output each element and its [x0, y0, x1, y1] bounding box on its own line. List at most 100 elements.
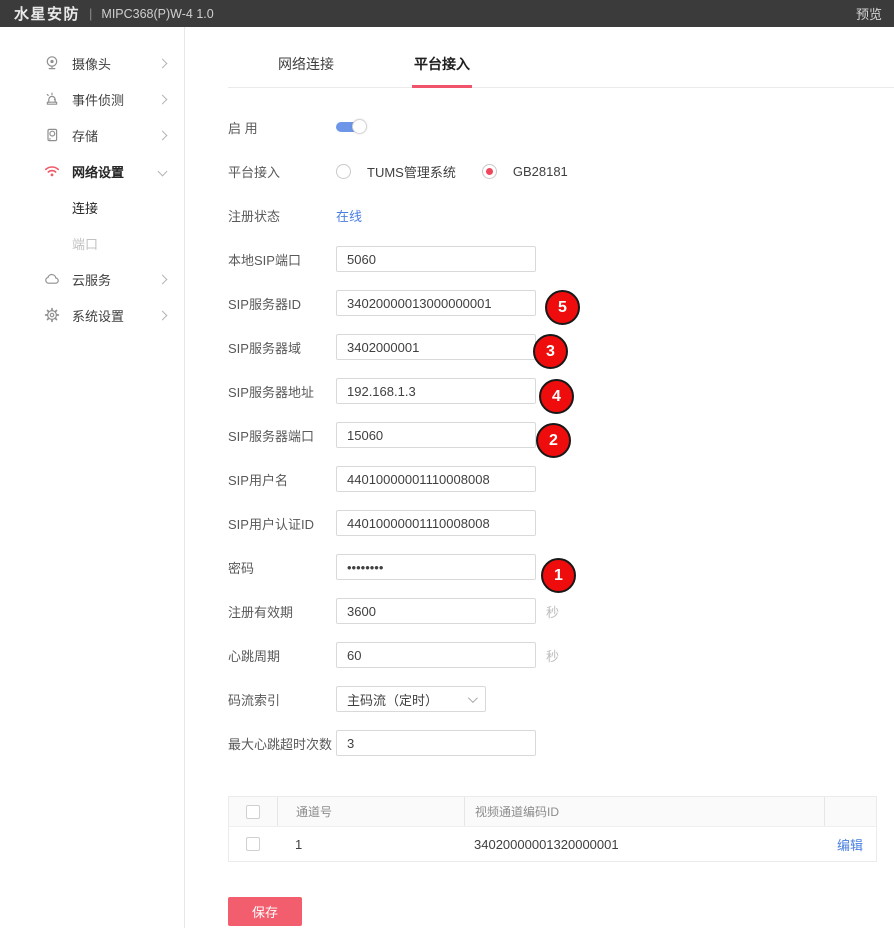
field-label: 码流索引 — [228, 690, 336, 709]
field-label: SIP服务器地址 — [228, 382, 336, 401]
platform-access-form: 启 用 平台接入 TUMS管理系统 GB28181 注册状态 — [186, 88, 894, 756]
preview-link[interactable]: 预览 — [856, 4, 882, 23]
field-label: SIP服务器ID — [228, 294, 336, 313]
field-row: 本地SIP端口 — [228, 246, 894, 272]
annotation-badge-2: 2 — [536, 423, 571, 458]
selected-option: 主码流（定时） — [347, 690, 438, 709]
tab-platform-access[interactable]: 平台接入 — [414, 54, 470, 87]
video-channel-id-cell: 34020000001320000001 — [464, 827, 824, 861]
row-checkbox[interactable] — [246, 837, 260, 851]
sidebar-subitem-connection[interactable]: 连接 — [0, 189, 184, 225]
heartbeat-period-input[interactable] — [336, 642, 536, 668]
max-heartbeat-timeout-input[interactable] — [336, 730, 536, 756]
sidebar-item-cloud-service[interactable]: 云服务 — [0, 261, 184, 297]
field-row: 注册有效期 秒 — [228, 598, 894, 624]
topbar: 水星安防 | MIPC368(P)W-4 1.0 预览 — [0, 0, 894, 27]
sidebar-item-label: 云服务 — [72, 270, 111, 289]
sip-username-input[interactable] — [336, 466, 536, 492]
sidebar-item-event-detection[interactable]: 事件侦测 — [0, 81, 184, 117]
field-label: SIP服务器域 — [228, 338, 336, 357]
registration-status-value: 在线 — [336, 206, 362, 225]
chevron-right-icon — [158, 274, 168, 284]
page: 水星安防 | MIPC368(P)W-4 1.0 预览 摄像头 事件侦测 存储 — [0, 0, 894, 928]
toggle-knob — [352, 119, 367, 134]
cloud-icon — [44, 271, 60, 287]
sidebar-item-label: 网络设置 — [72, 162, 124, 181]
channel-column-header: 通道号 — [277, 797, 464, 826]
registration-validity-input[interactable] — [336, 598, 536, 624]
chevron-right-icon — [158, 310, 168, 320]
radio-icon — [336, 164, 351, 179]
radio-option-gb28181[interactable]: GB28181 — [482, 164, 568, 179]
main-content: 网络连接 平台接入 启 用 平台接入 TUMS管理系统 GB28181 — [186, 27, 894, 928]
field-label: SIP服务器端口 — [228, 426, 336, 445]
edit-link[interactable]: 编辑 — [837, 835, 863, 854]
channel-table: 通道号 视频通道编码ID 1 34020000001320000001 编辑 — [228, 796, 877, 862]
storage-icon — [44, 127, 60, 143]
field-label: 本地SIP端口 — [228, 250, 336, 269]
channel-number-cell: 1 — [277, 827, 464, 861]
annotation-badge-1: 1 — [541, 558, 576, 593]
annotation-badge-5: 5 — [545, 290, 580, 325]
stream-index-select[interactable]: 主码流（定时） — [336, 686, 486, 712]
action-column-header — [824, 797, 876, 826]
registration-status-label: 注册状态 — [228, 206, 336, 225]
platform-type-row: 平台接入 TUMS管理系统 GB28181 — [228, 158, 894, 184]
chevron-right-icon — [158, 94, 168, 104]
sip-server-port-input[interactable] — [336, 422, 536, 448]
sidebar-item-label: 存储 — [72, 126, 98, 145]
wifi-icon — [44, 163, 60, 179]
sip-server-domain-input[interactable] — [336, 334, 536, 360]
sidebar-item-label: 摄像头 — [72, 54, 111, 73]
video-id-column-header: 视频通道编码ID — [464, 797, 824, 826]
sidebar-item-system-settings[interactable]: 系统设置 — [0, 297, 184, 333]
field-row: 心跳周期 秒 — [228, 642, 894, 668]
radio-label: TUMS管理系统 — [367, 162, 456, 181]
sidebar-item-network-settings[interactable]: 网络设置 — [0, 153, 184, 189]
field-label: SIP用户认证ID — [228, 514, 336, 533]
local-sip-port-input[interactable] — [336, 246, 536, 272]
sidebar-item-label: 事件侦测 — [72, 90, 124, 109]
radio-label: GB28181 — [513, 164, 568, 179]
sidebar-item-storage[interactable]: 存储 — [0, 117, 184, 153]
chevron-right-icon — [158, 58, 168, 68]
select-all-checkbox[interactable] — [246, 805, 260, 819]
radio-option-tums[interactable]: TUMS管理系统 — [336, 162, 456, 181]
table-header: 通道号 视频通道编码ID — [229, 797, 876, 826]
tab-bar: 网络连接 平台接入 — [228, 27, 894, 88]
sidebar-subitem-port[interactable]: 端口 — [0, 225, 184, 261]
chevron-right-icon — [158, 130, 168, 140]
device-model: MIPC368(P)W-4 1.0 — [101, 7, 213, 21]
brand-divider: | — [89, 6, 92, 21]
field-label: 心跳周期 — [228, 646, 336, 665]
camera-icon — [44, 55, 60, 71]
brand-logo: 水星安防 — [14, 3, 80, 24]
tab-network-connection[interactable]: 网络连接 — [278, 54, 334, 87]
field-row: SIP用户认证ID — [228, 510, 894, 536]
field-label: 密码 — [228, 558, 336, 577]
chevron-down-icon — [468, 693, 478, 703]
enable-toggle[interactable] — [336, 119, 367, 135]
sidebar-item-label: 系统设置 — [72, 306, 124, 325]
save-button[interactable]: 保存 — [228, 897, 302, 926]
gear-icon — [44, 307, 60, 323]
field-label: SIP用户名 — [228, 470, 336, 489]
enable-label: 启 用 — [228, 118, 336, 137]
sip-server-address-input[interactable] — [336, 378, 536, 404]
registration-status-row: 注册状态 在线 — [228, 202, 894, 228]
sidebar: 摄像头 事件侦测 存储 网络设置 连接 端口 — [0, 27, 185, 928]
field-row: SIP用户名 — [228, 466, 894, 492]
annotation-badge-4: 4 — [539, 379, 574, 414]
sip-server-id-input[interactable] — [336, 290, 536, 316]
password-input[interactable] — [336, 554, 536, 580]
field-label: 最大心跳超时次数 — [228, 734, 336, 753]
table-row: 1 34020000001320000001 编辑 — [229, 826, 876, 861]
field-row: 码流索引 主码流（定时） — [228, 686, 894, 712]
chevron-down-icon — [158, 166, 168, 176]
sip-user-auth-id-input[interactable] — [336, 510, 536, 536]
enable-row: 启 用 — [228, 114, 894, 140]
field-row: 最大心跳超时次数 — [228, 730, 894, 756]
unit-label: 秒 — [546, 602, 559, 621]
sidebar-item-camera[interactable]: 摄像头 — [0, 45, 184, 81]
unit-label: 秒 — [546, 646, 559, 665]
